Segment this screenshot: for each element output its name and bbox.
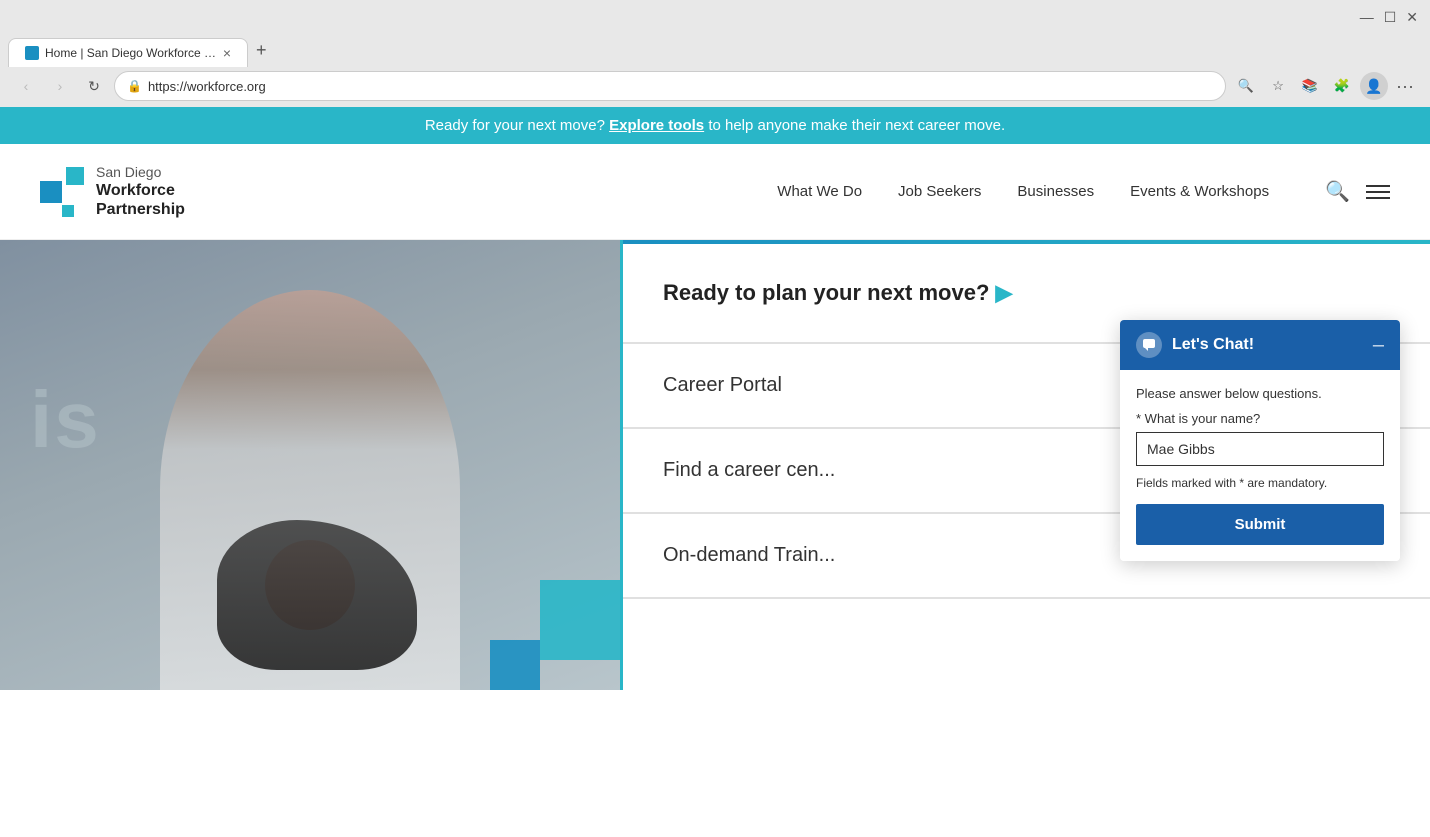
logo-square-2 xyxy=(40,181,62,203)
nav-job-seekers[interactable]: Job Seekers xyxy=(898,183,981,200)
chat-mandatory-note: Fields marked with * are mandatory. xyxy=(1136,476,1384,490)
logo-line1: San Diego xyxy=(96,164,185,181)
logo-text: San Diego Workforce Partnership xyxy=(96,164,185,219)
nav-events-workshops[interactable]: Events & Workshops xyxy=(1130,183,1269,200)
logo-area[interactable]: San Diego Workforce Partnership xyxy=(40,164,185,219)
refresh-button[interactable]: ↻ xyxy=(80,72,108,100)
tab-title: Home | San Diego Workforce Pa... xyxy=(45,46,217,60)
new-tab-button[interactable]: + xyxy=(248,34,275,67)
logo-square-3 xyxy=(62,205,74,217)
minimize-button[interactable]: — xyxy=(1360,10,1374,24)
close-button[interactable]: ✕ xyxy=(1406,10,1418,24)
search-icon[interactable]: 🔍 xyxy=(1325,179,1350,204)
hero-text-overlay: is xyxy=(30,374,101,466)
hamburger-line-2 xyxy=(1366,191,1390,193)
hero-section: is Ready to plan your next move? ▶ Caree… xyxy=(0,240,1430,690)
url-text: https://workforce.org xyxy=(148,79,1213,94)
hero-image: is xyxy=(0,240,620,690)
chat-widget: Let's Chat! – Please answer below questi… xyxy=(1120,320,1400,561)
chat-name-input[interactable] xyxy=(1136,432,1384,466)
extensions-button[interactable]: 🧩 xyxy=(1328,72,1356,100)
chat-field-label: * What is your name? xyxy=(1136,411,1384,426)
chat-header-title: Let's Chat! xyxy=(1172,336,1363,354)
hamburger-line-3 xyxy=(1366,197,1390,199)
chat-instructions: Please answer below questions. xyxy=(1136,386,1384,401)
chat-submit-button[interactable]: Submit xyxy=(1136,504,1384,545)
tab-favicon xyxy=(25,46,39,60)
collections-button[interactable]: 📚 xyxy=(1296,72,1324,100)
chat-body: Please answer below questions. * What is… xyxy=(1120,370,1400,561)
announcement-text-after: to help anyone make their next career mo… xyxy=(708,117,1005,134)
logo-line3: Partnership xyxy=(96,200,185,219)
address-bar[interactable]: 🔒 https://workforce.org xyxy=(114,71,1226,101)
find-career-center-label: Find a career cen... xyxy=(663,459,835,481)
active-tab[interactable]: Home | San Diego Workforce Pa... × xyxy=(8,38,248,67)
forward-button[interactable]: › xyxy=(46,72,74,100)
title-bar: — ☐ ✕ xyxy=(0,0,1430,34)
chat-bubble-icon xyxy=(1136,332,1162,358)
nav-businesses[interactable]: Businesses xyxy=(1017,183,1094,200)
nav-what-we-do[interactable]: What We Do xyxy=(777,183,862,200)
on-demand-training-label: On-demand Train... xyxy=(663,544,835,566)
zoom-button[interactable]: 🔍 xyxy=(1232,72,1260,100)
main-navigation: San Diego Workforce Partnership What We … xyxy=(0,144,1430,240)
tab-close-button[interactable]: × xyxy=(223,45,231,61)
chat-header: Let's Chat! – xyxy=(1120,320,1400,370)
nav-icons: 🔍 xyxy=(1325,179,1390,204)
window-controls: — ☐ ✕ xyxy=(1360,10,1418,24)
announcement-bar: Ready for your next move? Explore tools … xyxy=(0,107,1430,144)
hamburger-line-1 xyxy=(1366,185,1390,187)
address-bar-row: ‹ › ↻ 🔒 https://workforce.org 🔍 ☆ 📚 🧩 👤 … xyxy=(0,67,1430,107)
profile-button[interactable]: 👤 xyxy=(1360,72,1388,100)
logo-line2: Workforce xyxy=(96,181,185,200)
maximize-button[interactable]: ☐ xyxy=(1384,10,1397,24)
nav-links: What We Do Job Seekers Businesses Events… xyxy=(777,183,1269,200)
lock-icon: 🔒 xyxy=(127,79,142,93)
address-bar-actions: 🔍 ☆ 📚 🧩 👤 ··· xyxy=(1232,72,1418,100)
favorites-button[interactable]: ☆ xyxy=(1264,72,1292,100)
logo-square-1 xyxy=(66,167,84,185)
hamburger-menu-icon[interactable] xyxy=(1366,185,1390,199)
chat-minimize-button[interactable]: – xyxy=(1373,335,1384,355)
website-content: Ready for your next move? Explore tools … xyxy=(0,107,1430,837)
logo-icon xyxy=(40,167,84,217)
browser-chrome: — ☐ ✕ Home | San Diego Workforce Pa... ×… xyxy=(0,0,1430,107)
announcement-text-before: Ready for your next move? xyxy=(425,117,605,134)
tab-bar: Home | San Diego Workforce Pa... × + xyxy=(0,34,1430,67)
more-options-button[interactable]: ··· xyxy=(1392,76,1418,97)
announcement-link[interactable]: Explore tools xyxy=(609,117,704,134)
back-button[interactable]: ‹ xyxy=(12,72,40,100)
